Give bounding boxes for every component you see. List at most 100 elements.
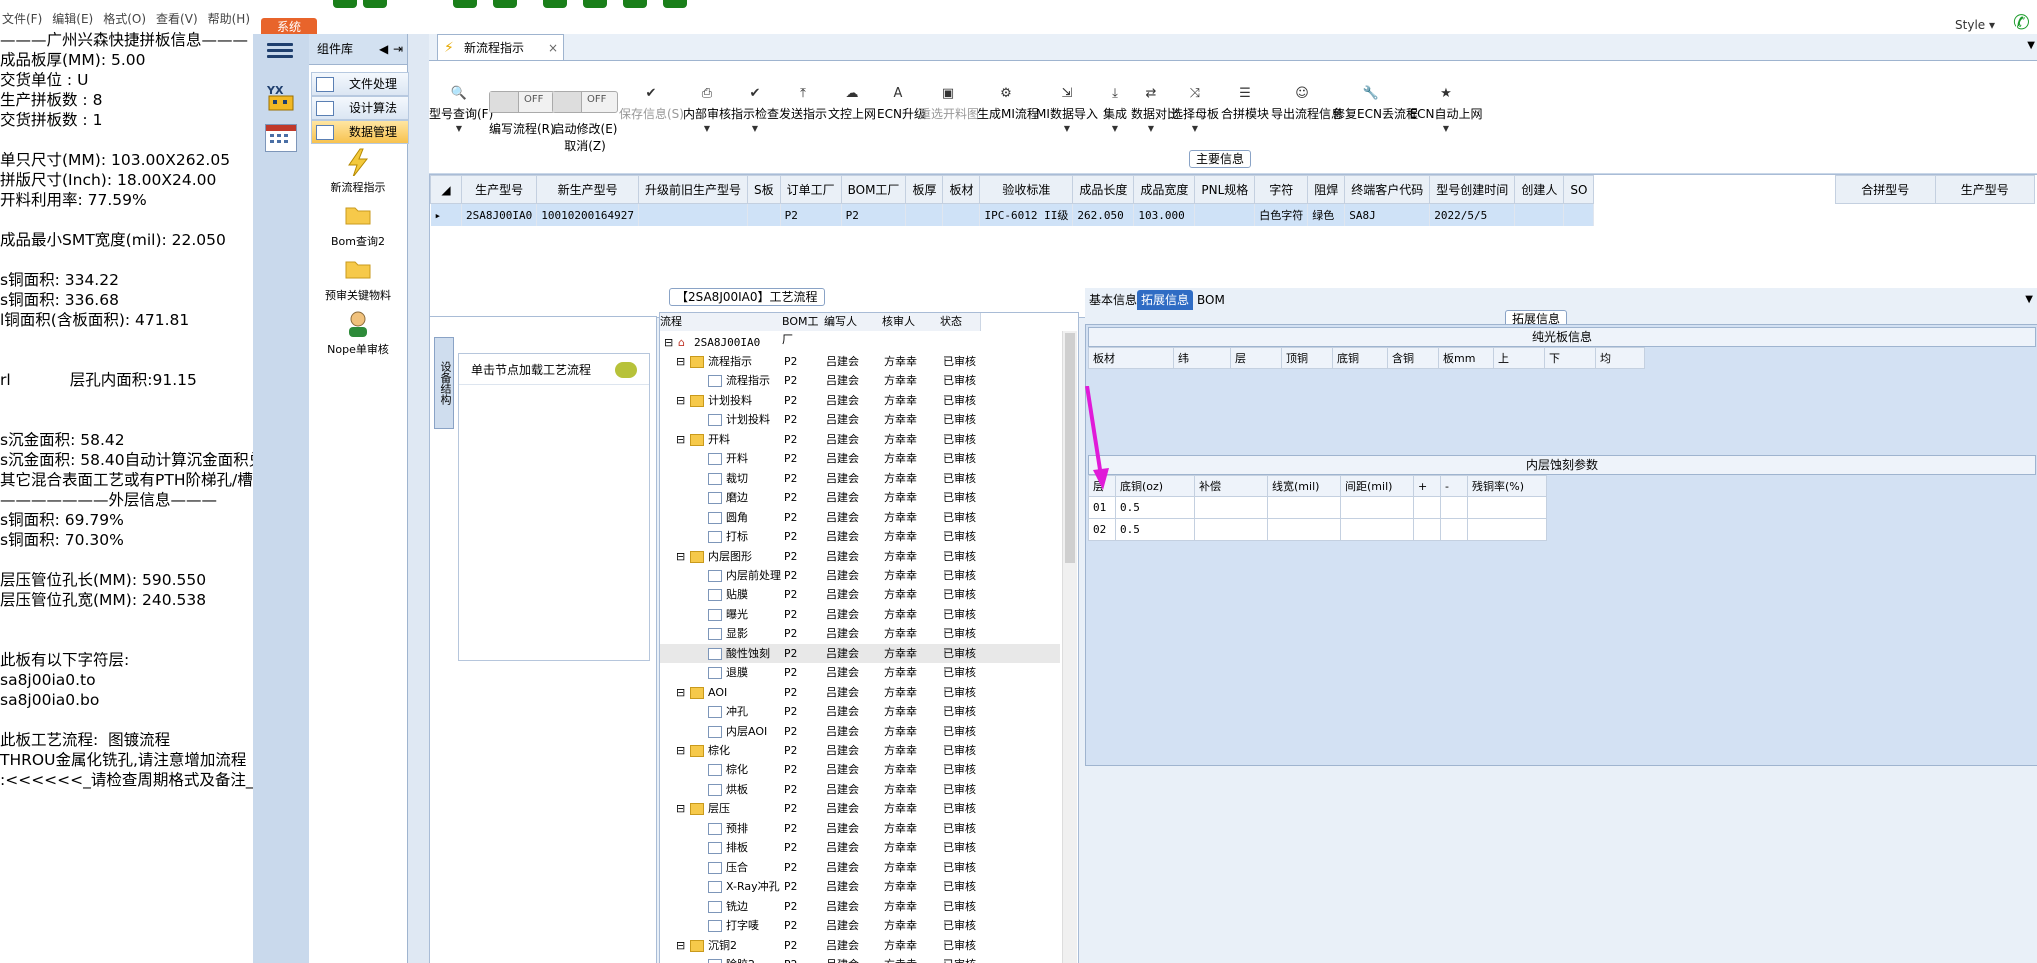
column-header[interactable]: SO xyxy=(1563,175,1595,204)
table-cell[interactable] xyxy=(1440,518,1468,541)
dropdown-arrow-icon[interactable]: ▼ xyxy=(731,124,779,133)
tree-node[interactable]: 除胶2 P2 吕建会 方幸幸 已审核 xyxy=(660,955,1060,963)
table-cell[interactable] xyxy=(1467,496,1547,519)
tree-node[interactable]: 铣边 P2 吕建会 方幸幸 已审核 xyxy=(660,897,1060,916)
column-header[interactable]: 间距(mil) xyxy=(1340,475,1414,497)
column-header[interactable]: 上 xyxy=(1493,347,1545,369)
tree-node[interactable]: 显影 P2 吕建会 方幸幸 已审核 xyxy=(660,624,1060,643)
tree-node[interactable]: 退膜 P2 吕建会 方幸幸 已审核 xyxy=(660,663,1060,682)
toolbar-button[interactable]: ⇲ MI数据导入 ▼ xyxy=(1035,87,1099,147)
table-cell[interactable]: 103.000 xyxy=(1133,203,1196,226)
table-cell[interactable]: 2SA8J00IA0 xyxy=(461,203,538,226)
toolbar-button[interactable]: ⤨ 选择母板 ▼ xyxy=(1171,87,1219,147)
toolbar-button[interactable]: OFF 启动修改(E) 取消(Z) xyxy=(551,91,619,153)
column-header[interactable]: 字符 xyxy=(1254,175,1309,204)
collapse-icon[interactable]: ⊟ xyxy=(676,352,685,371)
column-header[interactable]: 含铜 xyxy=(1387,347,1439,369)
dropdown-arrow-icon[interactable]: ▼ xyxy=(1099,124,1131,133)
toolbar-button[interactable]: A ECN升级 xyxy=(877,87,926,147)
collapse-left-icon[interactable]: ◀ xyxy=(379,34,388,64)
table-cell[interactable] xyxy=(1514,203,1565,226)
collapse-icon[interactable]: ⊟ xyxy=(676,741,685,760)
tree-column-header[interactable]: BOM工厂 xyxy=(782,313,825,346)
tree-node[interactable]: 磨边 P2 吕建会 方幸幸 已审核 xyxy=(660,488,1060,507)
toolbar-button[interactable]: ✔ 指示检查 ▼ xyxy=(731,87,779,147)
notepad-menu-item[interactable]: 格式(O) xyxy=(101,10,148,28)
column-header[interactable]: - xyxy=(1440,475,1468,497)
notepad-menu-item[interactable]: 查看(V) xyxy=(154,10,200,28)
tree-node[interactable]: 酸性蚀刻 P2 吕建会 方幸幸 已审核 xyxy=(660,643,1060,663)
tree-column-header[interactable]: 编写人 xyxy=(824,313,883,331)
tree-column-header[interactable]: 核审人 xyxy=(882,313,941,331)
column-header[interactable]: 板厚 xyxy=(905,175,944,204)
table-cell[interactable]: 01 xyxy=(1088,496,1116,519)
tree-node[interactable]: ⊟ AOI P2 吕建会 方幸幸 已审核 xyxy=(660,683,1060,702)
table-cell[interactable] xyxy=(1413,496,1441,519)
toolbar-button[interactable]: ⤒ 发送指示 xyxy=(779,87,827,147)
column-header[interactable]: 均 xyxy=(1595,347,1645,369)
toolbar-button[interactable]: ☁ 文控上网 xyxy=(827,87,877,147)
tree-node[interactable]: 内层AOI P2 吕建会 方幸幸 已审核 xyxy=(660,722,1060,741)
comp-item-data-management[interactable]: 数据管理 xyxy=(311,120,409,144)
tree-node[interactable]: 预排 P2 吕建会 方幸幸 已审核 xyxy=(660,819,1060,838)
table-cell[interactable]: 绿色 xyxy=(1307,203,1346,226)
toolbar-button[interactable]: OFF 编写流程(R) xyxy=(489,91,555,151)
collapse-icon[interactable]: ⊟ xyxy=(676,936,685,955)
tab-extended-info[interactable]: 拓展信息 xyxy=(1137,290,1194,310)
pin-icon[interactable]: ⇥ xyxy=(393,34,403,64)
toggle-switch[interactable]: OFF xyxy=(552,91,618,113)
column-header[interactable]: PNL规格 xyxy=(1194,175,1256,204)
toggle-switch[interactable]: OFF xyxy=(489,91,555,113)
table-cell[interactable] xyxy=(1194,496,1268,519)
column-header[interactable]: 层 xyxy=(1230,347,1282,369)
comp-item-file-processing[interactable]: 文件处理 xyxy=(311,72,409,96)
quick-icon[interactable] xyxy=(663,0,687,8)
tool-bom-query2[interactable]: Bom查询2 xyxy=(309,202,407,249)
tree-node[interactable]: ⊟ 沉铜2 P2 吕建会 方幸幸 已审核 xyxy=(660,936,1060,955)
quick-icon[interactable] xyxy=(333,0,357,8)
dropdown-arrow-icon[interactable]: ▼ xyxy=(1035,124,1099,133)
quick-icon[interactable] xyxy=(493,0,517,8)
column-header[interactable]: 订单工厂 xyxy=(779,175,842,204)
toolbar-button[interactable]: ⚙ 生成MI流程 xyxy=(977,87,1039,147)
tab-bom[interactable]: BOM xyxy=(1193,290,1229,310)
tool-new-flow[interactable]: 新流程指示 xyxy=(309,148,407,195)
column-header[interactable]: 板mm xyxy=(1438,347,1494,369)
table-cell[interactable]: SA8J xyxy=(1344,203,1431,226)
toolbar-button[interactable]: ☰ 合拼模块 xyxy=(1219,87,1271,147)
scrollbar-thumb[interactable] xyxy=(1065,333,1075,563)
hamburger-icon[interactable] xyxy=(267,40,293,62)
phone-icon[interactable]: ✆ xyxy=(2013,10,2037,34)
tree-root[interactable]: ⊟ ⌂ 2SA8J00IA0 xyxy=(660,333,1060,352)
column-header[interactable]: 生产型号 xyxy=(1934,175,2035,204)
tool-nope-review[interactable]: Nope单审核 xyxy=(309,310,407,357)
tab-new-flow[interactable]: ⚡ 新流程指示 × xyxy=(437,34,564,61)
tree-node[interactable]: 计划投料 P2 吕建会 方幸幸 已审核 xyxy=(660,410,1060,429)
column-header[interactable]: 成品长度 xyxy=(1072,175,1135,204)
table-cell[interactable]: IPC-6012 II级 xyxy=(979,203,1074,226)
dropdown-arrow-icon[interactable]: ▼ xyxy=(1171,124,1219,133)
column-header[interactable]: 线宽(mil) xyxy=(1267,475,1341,497)
tree-node[interactable]: 流程指示 P2 吕建会 方幸幸 已审核 xyxy=(660,371,1060,390)
toolbar-button[interactable]: ✔ 保存信息(S) xyxy=(619,87,684,147)
column-header[interactable]: 创建人 xyxy=(1514,175,1565,204)
calendar-icon[interactable] xyxy=(265,124,297,152)
tree-node[interactable]: 烘板 P2 吕建会 方幸幸 已审核 xyxy=(660,780,1060,799)
column-header[interactable]: 阻焊 xyxy=(1307,175,1346,204)
column-header[interactable]: 升级前旧生产型号 xyxy=(637,175,748,204)
tree-node[interactable]: 曝光 P2 吕建会 方幸幸 已审核 xyxy=(660,605,1060,624)
collapse-icon[interactable]: ⊟ xyxy=(676,799,685,818)
yx-logo-icon[interactable]: YX xyxy=(265,82,297,112)
notepad-menu-item[interactable]: 编辑(E) xyxy=(50,10,95,28)
tree-node[interactable]: ⊟ 棕化 P2 吕建会 方幸幸 已审核 xyxy=(660,741,1060,760)
tool-pre-review-material[interactable]: 预审关键物料 xyxy=(309,256,407,303)
column-header[interactable]: + xyxy=(1413,475,1441,497)
close-icon[interactable]: × xyxy=(548,35,558,61)
tree-node[interactable]: 打标 P2 吕建会 方幸幸 已审核 xyxy=(660,527,1060,546)
chevron-down-icon[interactable]: ▼ xyxy=(2021,290,2037,310)
comp-item-design-algorithm[interactable]: 设计算法 xyxy=(311,96,409,120)
table-cell[interactable]: 262.050 xyxy=(1072,203,1135,226)
column-header[interactable]: 残铜率(%) xyxy=(1467,475,1547,497)
table-cell[interactable] xyxy=(1340,496,1414,519)
table-cell[interactable]: P2 xyxy=(841,203,907,226)
